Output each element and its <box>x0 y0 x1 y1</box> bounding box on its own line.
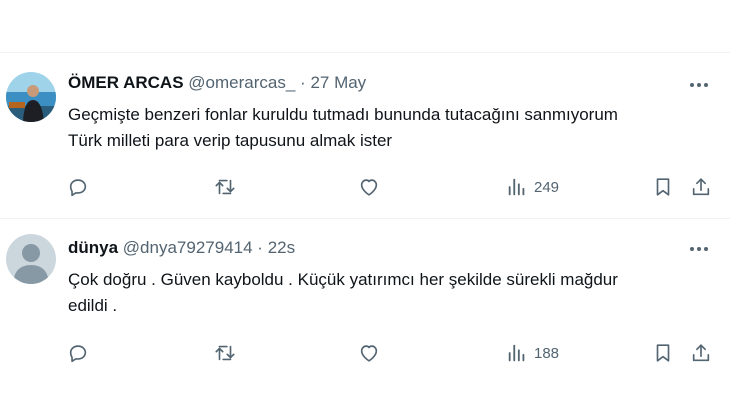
tweet-text: Geçmişte benzeri fonlar kuruldu tutmadı … <box>68 105 618 150</box>
views-button[interactable]: 188 <box>506 342 559 364</box>
views-icon <box>506 342 528 364</box>
retweet-button[interactable] <box>214 342 236 364</box>
like-icon <box>358 342 380 364</box>
tweet-text: Çok doğru . Güven kayboldu . Küçük yatır… <box>68 270 618 315</box>
like-button[interactable] <box>358 176 380 198</box>
bookmark-button[interactable] <box>652 176 674 198</box>
author-name[interactable]: ÖMER ARCAS <box>68 73 184 92</box>
tweet[interactable]: dünya @dnya79279414 · 22s Çok doğru . Gü… <box>0 222 730 392</box>
views-icon <box>506 176 528 198</box>
tweet-header: dünya @dnya79279414 · 22s <box>68 238 295 258</box>
tweet[interactable]: ÖMER ARCAS @omerarcas_ · 27 May Geçmişte… <box>0 58 730 216</box>
action-bar: 188 <box>0 342 730 366</box>
share-button[interactable] <box>690 176 712 198</box>
bookmark-icon <box>652 342 674 364</box>
author-name[interactable]: dünya <box>68 238 118 257</box>
bookmark-button[interactable] <box>652 342 674 364</box>
author-handle[interactable]: @dnya79279414 <box>123 238 253 257</box>
avatar[interactable] <box>6 234 56 284</box>
views-count: 188 <box>534 344 560 362</box>
reply-icon <box>67 342 89 364</box>
reply-icon <box>67 176 89 198</box>
retweet-icon <box>214 176 236 198</box>
separator: · <box>300 73 306 92</box>
tweet-header: ÖMER ARCAS @omerarcas_ · 27 May <box>68 73 366 93</box>
share-button[interactable] <box>690 342 712 364</box>
retweet-icon <box>214 342 236 364</box>
like-icon <box>358 176 380 198</box>
tweet-time[interactable]: 27 May <box>310 73 366 92</box>
separator: · <box>257 238 263 257</box>
reply-button[interactable] <box>67 176 89 198</box>
tweet-divider <box>0 218 730 219</box>
like-button[interactable] <box>358 342 380 364</box>
avatar[interactable] <box>6 72 56 122</box>
more-icon[interactable] <box>688 244 710 254</box>
more-icon[interactable] <box>688 80 710 90</box>
share-icon <box>690 342 712 364</box>
reply-button[interactable] <box>67 342 89 364</box>
share-icon <box>690 176 712 198</box>
tweet-time[interactable]: 22s <box>268 238 295 257</box>
views-button[interactable]: 249 <box>506 176 559 198</box>
action-bar: 249 <box>0 176 730 200</box>
bookmark-icon <box>652 176 674 198</box>
views-count: 249 <box>534 178 560 196</box>
retweet-button[interactable] <box>214 176 236 198</box>
author-handle[interactable]: @omerarcas_ <box>188 73 295 92</box>
top-divider <box>0 52 730 53</box>
